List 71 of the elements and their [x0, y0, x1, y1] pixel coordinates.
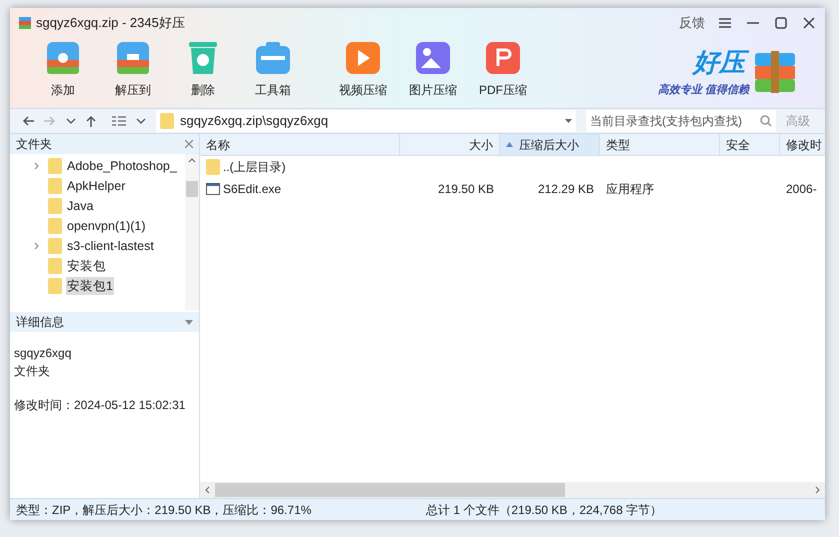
folder-icon — [48, 158, 62, 174]
toolbar-button[interactable]: 图片压缩 — [398, 38, 468, 99]
program-window-icon — [206, 183, 220, 195]
folder-icon — [48, 218, 62, 234]
toolbar-button[interactable]: 视频压缩 — [328, 38, 398, 99]
toolbar-button[interactable]: PDF压缩 — [468, 38, 538, 99]
caret-icon — [565, 119, 572, 123]
scroll-thumb[interactable] — [215, 483, 565, 497]
chevron-down-icon[interactable] — [66, 118, 76, 124]
toolbar-button[interactable]: 工具箱 — [238, 38, 308, 99]
scroll-thumb[interactable] — [186, 181, 198, 197]
detail-name: sgqyz6xgq — [14, 345, 72, 362]
folder-item[interactable]: 安装包 — [66, 256, 107, 276]
search-icon — [760, 115, 772, 127]
sort-arrow-icon — [506, 142, 513, 147]
maximize-icon[interactable] — [775, 17, 787, 29]
up-arrow-icon[interactable] — [86, 115, 96, 127]
folder-item[interactable]: openvpn(1)(1) — [66, 216, 147, 236]
folder-icon — [48, 198, 62, 214]
folder-icon — [48, 178, 62, 194]
folder-icon — [160, 113, 174, 129]
chevron-right-icon[interactable] — [34, 242, 39, 250]
path-field[interactable]: sgqyz6xgq.zip\sgqyz6xgq — [156, 110, 576, 132]
column-header[interactable]: 安全 — [720, 134, 780, 155]
panel-title: 详细信息 — [16, 314, 65, 331]
feedback-link[interactable]: 反馈 — [679, 13, 705, 33]
back-arrow-icon[interactable] — [22, 116, 34, 126]
scroll-up-icon[interactable] — [188, 158, 196, 163]
view-icon[interactable] — [112, 115, 126, 127]
panel-title: 文件夹 — [16, 136, 53, 153]
folder-item[interactable]: ApkHelper — [66, 176, 126, 196]
detail-modified: 修改时间：2024-05-12 15:02:31 — [14, 397, 186, 414]
search-field[interactable]: 当前目录查找(支持包内查找) — [586, 110, 776, 132]
menu-icon[interactable] — [719, 17, 731, 29]
column-header[interactable]: 修改时 — [780, 134, 825, 155]
scrollbar[interactable] — [185, 154, 199, 310]
folder-item[interactable]: s3-client-lastest — [66, 236, 155, 256]
caret-icon[interactable] — [185, 320, 193, 324]
file-name[interactable]: S6Edit.exe — [223, 180, 282, 198]
folder-icon — [48, 258, 62, 274]
logo-slogan: 高效专业 值得信赖 — [658, 82, 749, 98]
logo-title: 好压 — [693, 46, 749, 78]
folder-item[interactable]: Adobe_Photoshop_ — [66, 156, 178, 176]
column-header[interactable]: 名称 — [200, 134, 400, 155]
status-text: 类型：ZIP，解压后大小：219.50 KB，压缩比：96.71% — [16, 502, 312, 518]
folder-icon — [206, 159, 220, 175]
file-name[interactable]: ..(上层目录) — [223, 158, 286, 176]
chevron-down-icon[interactable] — [136, 118, 146, 124]
scroll-left-icon[interactable] — [205, 486, 210, 494]
table-cell-text: 2006- — [786, 181, 817, 198]
toolbar-button[interactable]: 删除 — [168, 38, 238, 99]
column-header[interactable]: 类型 — [600, 134, 720, 155]
archive-logo-icon — [753, 49, 797, 95]
folder-item[interactable]: 安装包1 — [66, 276, 114, 296]
toolbar-button[interactable]: 添加 — [28, 38, 98, 99]
detail-type: 文件夹 — [14, 363, 51, 380]
table-cell-text: 219.50 KB — [438, 181, 494, 198]
column-header[interactable]: 压缩后大小 — [500, 134, 600, 155]
toolbar-button[interactable]: 解压到 — [98, 38, 168, 99]
folder-icon — [48, 238, 62, 254]
chevron-right-icon[interactable] — [34, 162, 39, 170]
close-icon[interactable] — [803, 17, 815, 29]
folder-item[interactable]: Java — [66, 196, 94, 216]
scroll-right-icon[interactable] — [815, 486, 820, 494]
window-title: sgqyz6xgq.zip - 2345好压 — [36, 14, 185, 32]
table-cell-text: 212.29 KB — [538, 181, 594, 198]
table-cell-text: 应用程序 — [606, 181, 654, 198]
horizontal-scrollbar[interactable] — [200, 482, 825, 498]
archive-icon — [18, 16, 32, 30]
folder-icon — [48, 278, 62, 294]
status-text: 总计 1 个文件（219.50 KB，224,768 字节） — [426, 502, 662, 518]
